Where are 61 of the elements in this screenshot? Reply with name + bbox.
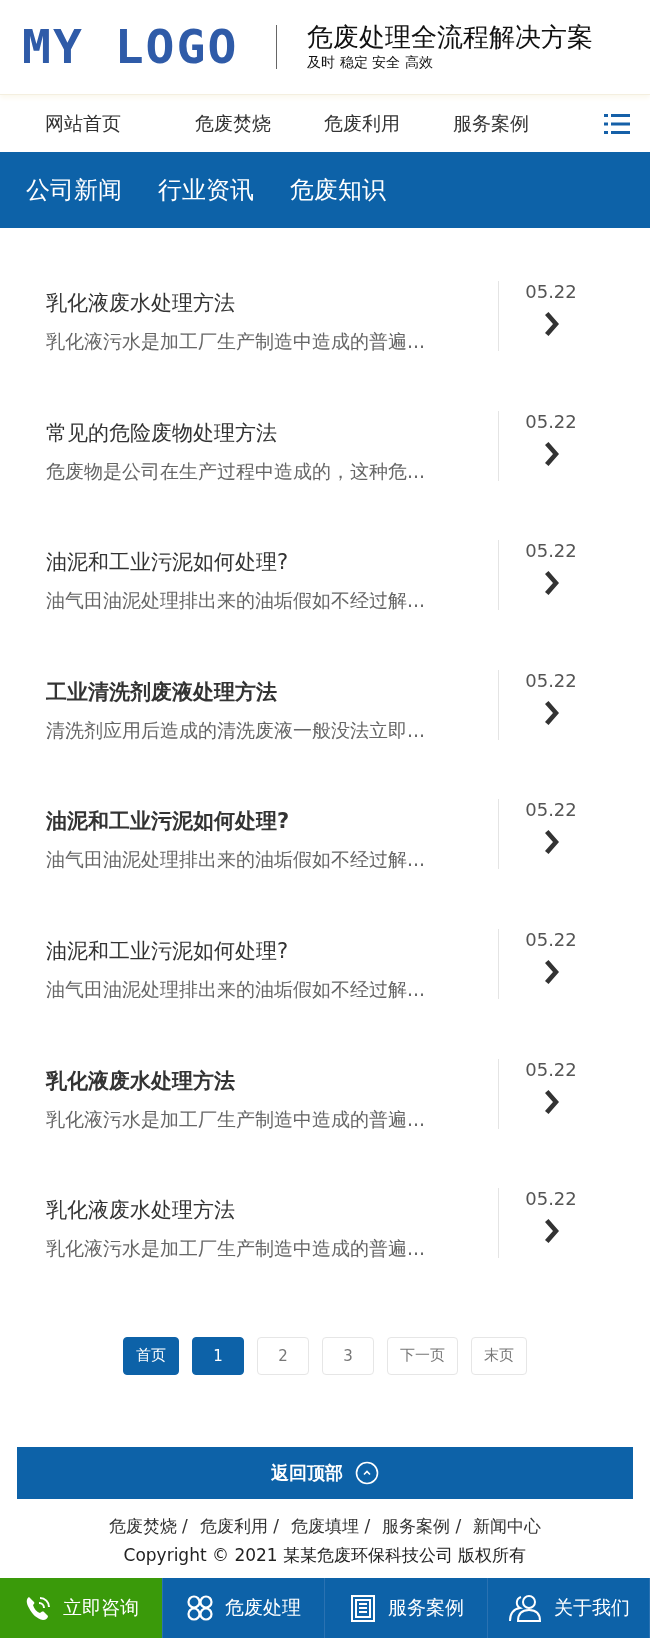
menu-icon[interactable]	[604, 112, 630, 135]
page-button[interactable]: 首页	[123, 1336, 179, 1375]
article-summary: 危废物是公司在生产过程中造成的，这种危...	[46, 458, 427, 484]
article-summary: 油气田油泥处理排出来的油垢假如不经过解...	[46, 847, 427, 873]
category-tab[interactable]: 行业资讯	[158, 174, 254, 206]
footer-link[interactable]: 危废利用 /	[199, 1514, 279, 1538]
article-summary: 清洗剂应用后造成的清洗废液一般没法立即...	[46, 717, 427, 743]
chevron-right-icon[interactable]	[543, 312, 559, 336]
article-title[interactable]: 乳化液废水处理方法	[46, 1066, 498, 1095]
article-date: 05.22	[525, 281, 577, 302]
bottom-nav-button[interactable]: 服务案例	[325, 1578, 488, 1638]
article-date: 05.22	[525, 799, 577, 821]
chevron-right-icon[interactable]	[543, 959, 559, 984]
article-summary: 乳化液污水是加工厂生产制造中造成的普遍...	[46, 1236, 427, 1262]
footer-link[interactable]: 新闻中心	[473, 1514, 542, 1538]
arrow-up-circle-icon	[355, 1460, 379, 1485]
article-title[interactable]: 油泥和工业污泥如何处理?	[46, 936, 498, 965]
article-title[interactable]: 工业清洗剂废液处理方法	[46, 677, 498, 706]
chevron-right-icon[interactable]	[543, 700, 559, 725]
nav-link[interactable]: 危废焚烧	[195, 110, 324, 137]
article-summary: 油气田油泥处理排出来的油垢假如不经过解...	[46, 588, 427, 614]
logo[interactable]: MY LOGO	[22, 24, 239, 70]
article-summary: 乳化液污水是加工厂生产制造中造成的普遍...	[46, 1106, 427, 1132]
chevron-right-icon[interactable]	[543, 571, 559, 596]
slogan: 及时 稳定 安全 高效	[307, 53, 434, 72]
footer-link[interactable]: 危废填埋 /	[291, 1514, 371, 1538]
page-button[interactable]: 3	[322, 1336, 374, 1375]
article-title[interactable]: 油泥和工业污泥如何处理?	[46, 807, 498, 836]
article-title[interactable]: 油泥和工业污泥如何处理?	[46, 548, 498, 577]
article-title[interactable]: 常见的危险废物处理方法	[46, 418, 498, 447]
site-title: 危废处理全流程解决方案	[307, 22, 594, 54]
article-date: 05.22	[525, 540, 577, 562]
bottom-nav-button[interactable]: 立即咨询	[0, 1578, 163, 1638]
article-title[interactable]: 乳化液废水处理方法	[46, 289, 498, 317]
copyright: Copyright © 2021 某某危废环保科技公司 版权所有	[122, 1543, 528, 1567]
back-to-top-button[interactable]: 返回顶部	[17, 1446, 633, 1499]
chevron-right-icon[interactable]	[543, 1089, 559, 1114]
bottom-nav-button[interactable]: 关于我们	[487, 1578, 650, 1638]
article-summary: 油气田油泥处理排出来的油垢假如不经过解...	[46, 976, 427, 1002]
nav-link[interactable]: 服务案例	[453, 110, 582, 137]
chevron-right-icon[interactable]	[543, 1219, 559, 1244]
article-title[interactable]: 乳化液废水处理方法	[46, 1196, 498, 1225]
footer-link[interactable]: 服务案例 /	[382, 1514, 462, 1538]
page-button[interactable]: 末页	[471, 1336, 527, 1375]
article-date: 05.22	[525, 1058, 577, 1080]
article-date: 05.22	[525, 410, 577, 432]
footer-link[interactable]: 危废焚烧 /	[108, 1514, 188, 1538]
article-date: 05.22	[525, 669, 577, 691]
bottom-nav-button[interactable]: 危废处理	[162, 1578, 325, 1638]
nav-link[interactable]: 网站首页	[45, 110, 195, 137]
page-button[interactable]: 2	[257, 1336, 309, 1375]
chevron-right-icon[interactable]	[543, 830, 559, 855]
category-tab[interactable]: 危废知识	[290, 174, 386, 206]
article-date: 05.22	[525, 928, 577, 950]
page-button[interactable]: 1	[192, 1336, 244, 1375]
nav-link[interactable]: 危废利用	[324, 110, 453, 137]
chevron-right-icon[interactable]	[543, 441, 559, 466]
category-tab[interactable]: 公司新闻	[26, 174, 122, 206]
article-date: 05.22	[525, 1188, 577, 1210]
article-summary: 乳化液污水是加工厂生产制造中造成的普遍...	[46, 329, 427, 354]
page-button[interactable]: 下一页	[387, 1336, 458, 1375]
